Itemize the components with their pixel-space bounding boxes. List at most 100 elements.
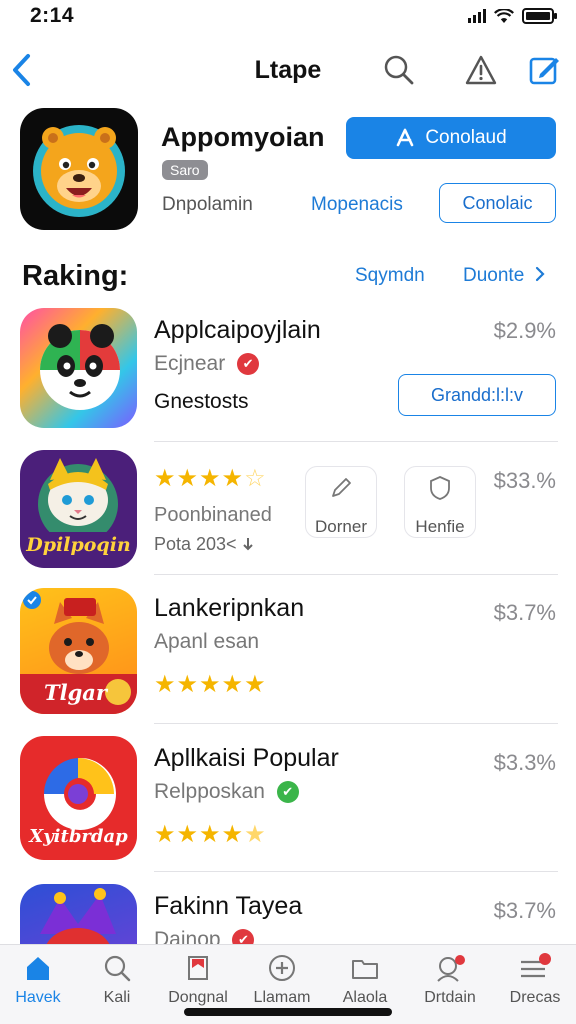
action-card[interactable]: Dorner (305, 466, 377, 538)
featured-app-name: Appomyoian (161, 122, 325, 152)
app-subtitle: Apanl esan (154, 630, 260, 653)
divider (154, 871, 558, 872)
app-price: $33.% (493, 468, 556, 493)
divider (154, 574, 558, 575)
tab-label: Drtdain (424, 989, 476, 1006)
status-bar: 2:14 (0, 0, 576, 36)
verified-icon: ✔ (276, 781, 299, 804)
star-rating: ★ ★ ★ ★ ★ (154, 670, 266, 699)
featured-app-tag: Saro (162, 160, 208, 180)
star-icon: ★ (176, 821, 199, 848)
star-icon: ★ (199, 671, 221, 698)
app-name: Fakinn Tayea (154, 892, 303, 920)
star-rating: ★ ★ ★ ★ ☆ (154, 464, 266, 493)
list-item[interactable]: Dpilpoqin ★ ★ ★ ★ ☆ Poonbinaned Pota 203< Do… (0, 450, 576, 575)
app-subtitle-text: Ecjnear (154, 352, 226, 375)
star-icon: ★ (244, 671, 266, 698)
tab-home[interactable]: Havek (0, 953, 79, 1007)
star-icon: ★ (199, 821, 221, 848)
heart-badge-icon: ✔ (237, 353, 260, 376)
app-price: $3.7% (493, 898, 556, 923)
list-item[interactable]: Fakinn Tayea Dainop ✔ $3.7% (0, 884, 576, 944)
app-icon-text: Xyitbrdap (29, 826, 128, 847)
app-store-icon (397, 128, 414, 147)
compose-button[interactable] (524, 50, 564, 90)
app-name: Apllkaisi Popular (154, 744, 339, 772)
tab-folder[interactable]: Alaola (324, 953, 406, 1007)
swirl-app-icon: Xyitbrdap (20, 736, 137, 860)
action-card[interactable]: Henfie (404, 466, 476, 538)
list-item[interactable]: Tlgar Lankeripnkan Apanl esan ★ ★ ★ ★ ★ $3.7… (0, 588, 576, 724)
section-link-primary[interactable]: Sqymdn (355, 265, 425, 287)
app-price: $3.7% (493, 600, 556, 625)
shield-icon (430, 476, 450, 500)
list-item[interactable]: Applcaipoyjlain Ecjnear ✔ Gnestosts $2.9… (0, 308, 576, 442)
app-icon-text: Dpilpoqin (26, 534, 131, 556)
home-indicator[interactable] (184, 1008, 392, 1016)
tab-search[interactable]: Kali (76, 953, 158, 1007)
search-icon (384, 55, 414, 85)
star-half-icon: ☆ (244, 465, 266, 492)
lion-icon (33, 125, 125, 217)
star-icon: ★ (176, 465, 199, 492)
tab-profile[interactable]: Drtdain (409, 953, 491, 1007)
star-rating: ★ ★ ★ ★ ★ (154, 820, 266, 849)
app-price: $2.9% (493, 318, 556, 343)
star-icon: ★ (221, 465, 244, 492)
star-icon: ★ (221, 671, 244, 698)
star-half-icon: ★ (244, 821, 266, 848)
nav-bar: Ltape (0, 44, 576, 96)
secondary-button[interactable]: Conolaic (439, 183, 556, 223)
app-extra: Gnestosts (154, 390, 249, 413)
arrow-down-icon (242, 538, 253, 551)
pencil-icon (332, 478, 351, 497)
app-subtitle: Poonbinaned (154, 504, 272, 526)
app-price: $3.3% (493, 750, 556, 775)
divider (154, 441, 558, 442)
star-icon: ★ (221, 821, 244, 848)
fox-app-icon: Tlgar (20, 588, 137, 714)
featured-app-subtitle: Dnpolamin (162, 194, 253, 215)
status-icons (468, 8, 557, 24)
profile-icon (437, 955, 465, 982)
plus-icon (269, 955, 295, 981)
tab-label: Havek (15, 989, 61, 1006)
section-title: Raking: (22, 260, 129, 292)
report-button[interactable] (461, 50, 501, 90)
menu-icon (521, 953, 551, 978)
featured-app-link[interactable]: Mopenacis (311, 194, 403, 216)
tab-label: Alaola (342, 989, 388, 1006)
bookmark-icon (188, 956, 208, 980)
search-button[interactable] (379, 50, 419, 90)
app-subtitle-text: Dainop (154, 928, 221, 944)
tab-add[interactable]: Llamam (241, 953, 323, 1007)
app-name: Lankeripnkan (154, 594, 305, 622)
action-card-label: Dorner (315, 517, 367, 536)
jester-app-icon (20, 884, 137, 944)
get-button[interactable]: Grandd:l:l:v (398, 374, 556, 416)
badge-icon: ✔ (232, 929, 255, 944)
star-icon: ★ (154, 465, 176, 492)
star-icon: ★ (154, 821, 176, 848)
app-extra: Pota 203< (154, 534, 254, 555)
list-item[interactable]: Xyitbrdap Apllkaisi Popular Relpposkan ✔… (0, 736, 576, 872)
action-card-label: Henfie (415, 517, 465, 536)
app-icon-text: Tlgar (44, 680, 107, 705)
download-button[interactable]: Conolaud (346, 117, 556, 159)
signal-icon (468, 9, 486, 23)
section-link-secondary[interactable]: Duonte (463, 265, 546, 287)
battery-icon (522, 8, 557, 24)
app-subtitle: Dainop ✔ (154, 928, 255, 944)
tab-bookmark[interactable]: Dongnal (157, 953, 239, 1007)
search-icon (104, 955, 131, 982)
app-name: Applcaipoyjlain (154, 316, 321, 344)
tab-label: Drecas (509, 989, 561, 1006)
tab-menu[interactable]: Drecas (494, 953, 576, 1007)
tab-label: Dongnal (168, 989, 228, 1006)
folder-icon (352, 960, 378, 979)
star-icon: ★ (199, 465, 221, 492)
featured-app-icon[interactable] (20, 108, 138, 230)
section-link-label: Duonte (463, 265, 525, 286)
warning-icon (465, 55, 497, 85)
compose-icon (529, 57, 559, 85)
